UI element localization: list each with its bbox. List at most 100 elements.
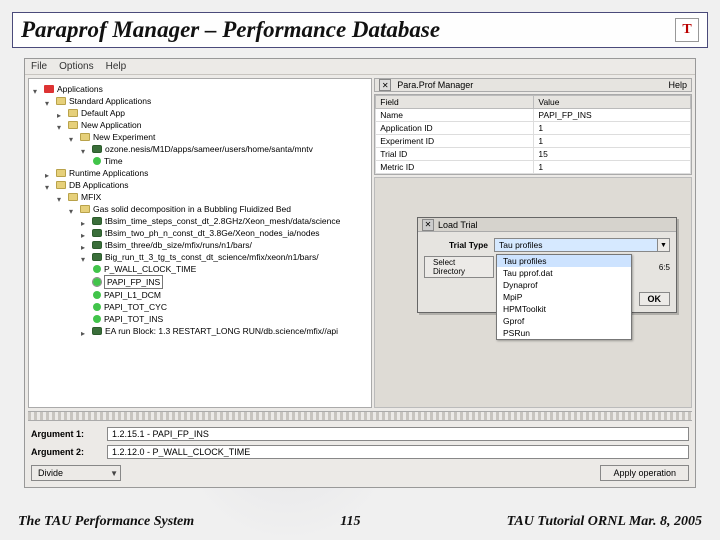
table-row: Experiment ID1: [376, 135, 691, 148]
right-help-label[interactable]: Help: [668, 80, 687, 90]
table-row: Metric ID1: [376, 161, 691, 174]
metric-dot-icon: [93, 157, 101, 165]
menu-options[interactable]: Options: [59, 61, 93, 72]
trial-type-dropdown[interactable]: Tau profiles Tau pprof.dat Dynaprof MpiP…: [496, 254, 632, 340]
resize-separator[interactable]: [28, 411, 692, 421]
twisty-icon[interactable]: [57, 121, 65, 129]
select-directory-button[interactable]: Select Directory: [424, 256, 494, 278]
slide-footer: The TAU Performance System 115 TAU Tutor…: [18, 514, 702, 530]
twisty-icon[interactable]: [33, 85, 41, 93]
twisty-icon[interactable]: [45, 169, 53, 177]
arg2-input[interactable]: [107, 445, 689, 459]
trial-type-label: Trial Type: [424, 240, 488, 250]
slide-title-bar: Paraprof Manager – Performance Database …: [12, 12, 708, 48]
dropdown-option[interactable]: Tau pprof.dat: [497, 267, 631, 279]
menu-help[interactable]: Help: [106, 61, 127, 72]
tree-node[interactable]: Runtime Applications: [69, 167, 148, 179]
arg1-input[interactable]: [107, 427, 689, 441]
tree-node[interactable]: Default App: [81, 107, 125, 119]
db-icon: [92, 145, 102, 153]
db-icon: [92, 229, 102, 237]
dropdown-option[interactable]: HPMToolkit: [497, 303, 631, 315]
arg2-label: Argument 2:: [31, 447, 101, 457]
folder-icon: [80, 205, 90, 213]
tree-leaf[interactable]: PAPI_TOT_INS: [104, 313, 163, 325]
table-row: Trial ID15: [376, 148, 691, 161]
metric-dot-icon: [93, 315, 101, 323]
tree-root[interactable]: Applications: [57, 83, 103, 95]
table-row: NamePAPI_FP_INS: [376, 109, 691, 122]
close-icon[interactable]: ✕: [422, 219, 434, 231]
twisty-icon[interactable]: [81, 229, 89, 237]
window-control-icon[interactable]: ✕: [379, 79, 391, 91]
dropdown-option[interactable]: Gprof: [497, 315, 631, 327]
operation-selected: Divide: [38, 468, 63, 478]
twisty-icon[interactable]: [45, 97, 53, 105]
twisty-icon[interactable]: [81, 241, 89, 249]
dialog-titlebar[interactable]: ✕ Load Trial: [418, 218, 676, 232]
twisty-icon[interactable]: [69, 133, 77, 141]
tree-node[interactable]: tBsim_two_ph_n_const_dt_3.8Ge/Xeon_nodes…: [105, 227, 320, 239]
folder-icon: [68, 121, 78, 129]
tau-logo: T: [675, 18, 699, 42]
tree-node[interactable]: Gas solid decomposition in a Bubbling Fl…: [93, 203, 291, 215]
db-icon: [92, 217, 102, 225]
chevron-down-icon[interactable]: ▼: [657, 239, 669, 251]
dropdown-option[interactable]: Dynaprof: [497, 279, 631, 291]
metric-dot-icon: [93, 265, 101, 273]
twisty-icon[interactable]: [81, 253, 89, 261]
tree-leaf[interactable]: PAPI_L1_DCM: [104, 289, 161, 301]
tree-leaf[interactable]: PAPI_TOT_CYC: [104, 301, 167, 313]
properties-table: FieldValue NamePAPI_FP_INS Application I…: [374, 94, 692, 175]
db-icon: [92, 241, 102, 249]
dialog-title: Load Trial: [438, 220, 478, 230]
operation-select[interactable]: Divide ▼: [31, 465, 121, 481]
menubar: File Options Help: [25, 59, 695, 75]
tree-node[interactable]: tBsim_time_steps_const_dt_2.8GHz/Xeon_me…: [105, 215, 340, 227]
tree-leaf[interactable]: P_WALL_CLOCK_TIME: [104, 263, 196, 275]
metric-dot-icon: [93, 291, 101, 299]
metric-dot-icon: [93, 303, 101, 311]
twisty-icon[interactable]: [45, 181, 53, 189]
dropdown-option[interactable]: PSRun: [497, 327, 631, 339]
twisty-icon[interactable]: [57, 109, 65, 117]
tree-leaf[interactable]: Time: [104, 155, 123, 167]
db-icon: [92, 327, 102, 335]
dropdown-option[interactable]: Tau profiles: [497, 255, 631, 267]
col-field[interactable]: Field: [376, 96, 534, 109]
apps-icon: [44, 85, 54, 93]
apply-operation-button[interactable]: Apply operation: [600, 465, 689, 481]
trial-type-combo[interactable]: Tau profiles ▼: [494, 238, 670, 252]
ok-button[interactable]: OK: [639, 292, 671, 306]
twisty-icon[interactable]: [57, 193, 65, 201]
chevron-down-icon[interactable]: ▼: [110, 469, 118, 478]
tree-pane[interactable]: Applications Standard Applications Defau…: [28, 78, 372, 408]
arguments-panel: Argument 1: Argument 2:: [25, 421, 695, 465]
trial-type-selected: Tau profiles: [499, 240, 542, 250]
tree-node[interactable]: EA run Block: 1.3 RESTART_LONG RUN/db.sc…: [105, 325, 338, 337]
twisty-icon[interactable]: [81, 327, 89, 335]
folder-icon: [80, 133, 90, 141]
slide-title: Paraprof Manager – Performance Database: [21, 17, 440, 43]
col-value[interactable]: Value: [534, 96, 691, 109]
dropdown-option[interactable]: MpiP: [497, 291, 631, 303]
menu-file[interactable]: File: [31, 61, 47, 72]
tree-node[interactable]: New Experiment: [93, 131, 155, 143]
screenshot-window: File Options Help Applications Standard …: [24, 58, 696, 488]
tree-node[interactable]: tBsim_three/db_size/mfix/runs/n1/bars/: [105, 239, 252, 251]
tree-node[interactable]: Standard Applications: [69, 95, 151, 107]
twisty-icon[interactable]: [69, 205, 77, 213]
load-trial-dialog: ✕ Load Trial Trial Type Tau profiles ▼ T…: [417, 217, 677, 313]
twisty-icon[interactable]: [81, 145, 89, 153]
tree-node[interactable]: New Application: [81, 119, 141, 131]
folder-icon: [56, 169, 66, 177]
twisty-icon[interactable]: [81, 217, 89, 225]
tree-node[interactable]: MFIX: [81, 191, 101, 203]
tree-node[interactable]: Big_run_tt_3_tg_ts_const_dt_science/mfix…: [105, 251, 319, 263]
folder-icon: [56, 97, 66, 105]
footer-right: TAU Tutorial ORNL Mar. 8, 2005: [507, 514, 702, 530]
tree-node[interactable]: DB Applications: [69, 179, 129, 191]
tree-node[interactable]: ozone.nesis/M1D/apps/sameer/users/home/s…: [105, 143, 313, 155]
tree-leaf-selected[interactable]: PAPI_FP_INS: [104, 275, 163, 289]
folder-icon: [68, 193, 78, 201]
